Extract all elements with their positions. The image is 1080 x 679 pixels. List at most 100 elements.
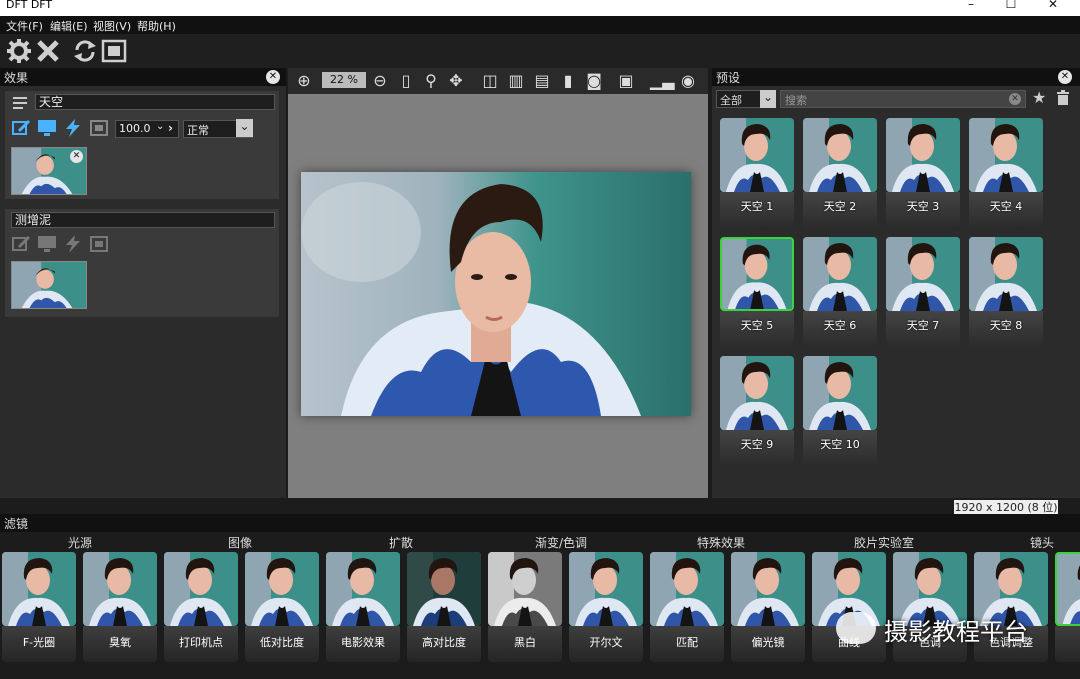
layer-thumbnail[interactable] — [11, 261, 87, 309]
magnifier-icon[interactable]: ⚲ — [421, 71, 441, 91]
preset-thumbnail — [720, 237, 794, 311]
menu-view[interactable]: 视图(V) — [93, 18, 131, 34]
lightning-icon[interactable] — [63, 119, 83, 137]
close-window-button[interactable]: ✕ — [1030, 0, 1076, 15]
mask-region-icon[interactable] — [89, 235, 109, 253]
filter-category-lens[interactable]: 镜头 — [1030, 534, 1054, 551]
clear-search-icon[interactable]: ✕ — [1009, 93, 1021, 105]
filter-tile[interactable]: 黑白 — [488, 552, 562, 662]
edit-mask-icon[interactable] — [11, 119, 31, 137]
preset-tile[interactable]: 天空 7 — [886, 237, 960, 347]
filter-category-special[interactable]: 特殊效果 — [697, 534, 745, 551]
presets-panel-title: 预设 — [716, 71, 741, 85]
fit-view-icon[interactable]: ▯ — [396, 71, 416, 91]
main-image[interactable] — [301, 172, 691, 416]
filter-thumbnail — [326, 552, 400, 626]
filter-category-gradient[interactable]: 渐变/色调 — [535, 534, 587, 551]
edit-mask-icon[interactable] — [11, 235, 31, 253]
split-horizontal-icon[interactable]: ▤ — [532, 71, 552, 91]
portrait-image — [969, 118, 1043, 192]
filter-tile[interactable] — [1055, 552, 1080, 662]
filter-category-light[interactable]: 光源 — [68, 534, 92, 551]
zoom-out-icon[interactable]: ⊖ — [370, 71, 390, 91]
gear-icon[interactable] — [6, 38, 32, 64]
close-icon[interactable]: ✕ — [1058, 70, 1072, 84]
lightning-icon[interactable] — [63, 235, 83, 253]
split-view-icon[interactable]: ◫ — [480, 71, 500, 91]
filter-tile[interactable]: 偏光镜 — [731, 552, 805, 662]
loupe-icon[interactable]: ◉ — [678, 71, 698, 91]
menu-help[interactable]: 帮助(H) — [137, 18, 176, 34]
fit-screen-icon[interactable] — [101, 38, 127, 64]
filter-tile[interactable]: 匹配 — [650, 552, 724, 662]
preset-tile[interactable]: 天空 10 — [803, 356, 877, 466]
preset-tile[interactable]: 天空 3 — [886, 118, 960, 228]
filter-tile[interactable]: 臭氧 — [83, 552, 157, 662]
camera-icon[interactable]: ◙ — [584, 71, 604, 91]
search-placeholder: 搜索 — [785, 94, 807, 107]
preset-tile[interactable]: 天空 1 — [720, 118, 794, 228]
effect-layer: 天空 100.0 ⌄ › 正常 ⌄ ✕ — [4, 90, 280, 200]
maximize-button[interactable]: ☐ — [988, 0, 1034, 15]
zoom-level-field[interactable]: 22 % — [322, 72, 366, 88]
preset-tile[interactable]: 天空 9 — [720, 356, 794, 466]
filter-category-image[interactable]: 图像 — [228, 534, 252, 551]
filter-category-filmlab[interactable]: 胶片实验室 — [854, 534, 914, 551]
layer-menu-icon[interactable] — [11, 94, 31, 112]
filter-label: 低对比度 — [260, 636, 304, 649]
portrait-image — [650, 552, 724, 626]
blend-mode-value: 正常 — [187, 124, 209, 137]
chevron-down-icon[interactable]: ⌄ — [156, 121, 164, 132]
preset-label: 天空 8 — [989, 319, 1023, 332]
preset-tile[interactable]: 天空 5 — [720, 237, 794, 347]
pan-icon[interactable]: ✥ — [446, 71, 466, 91]
single-view-icon[interactable]: ▮ — [558, 71, 578, 91]
filter-label: 高对比度 — [422, 636, 466, 649]
preset-thumbnail — [803, 118, 877, 192]
opacity-field[interactable]: 100.0 ⌄ › — [115, 120, 179, 138]
title-bar: DFT DFT – ☐ ✕ — [0, 0, 1080, 16]
remove-mask-icon[interactable]: ✕ — [70, 150, 83, 163]
blend-mode-select[interactable]: 正常 ⌄ — [183, 119, 253, 138]
filter-tile[interactable]: 打印机点 — [164, 552, 238, 662]
search-input[interactable]: 搜索 ✕ — [780, 90, 1026, 108]
refresh-icon[interactable] — [72, 38, 98, 64]
filter-category-diffusion[interactable]: 扩散 — [389, 534, 413, 551]
side-by-side-icon[interactable]: ▥ — [506, 71, 526, 91]
trash-icon[interactable] — [1056, 90, 1070, 106]
chevron-down-icon[interactable]: ⌄ — [236, 119, 253, 137]
image-icon[interactable]: ▣ — [616, 71, 636, 91]
portrait-image — [886, 118, 960, 192]
zoom-in-icon[interactable]: ⊕ — [294, 71, 314, 91]
chevron-down-icon[interactable]: ⌄ — [760, 90, 776, 108]
layer-name-field[interactable]: 测增泥 — [11, 212, 275, 228]
menu-edit[interactable]: 编辑(E) — [50, 18, 88, 34]
star-icon[interactable]: ★ — [1032, 88, 1046, 107]
menu-file[interactable]: 文件(F) — [6, 18, 43, 34]
monitor-icon[interactable] — [37, 119, 57, 137]
close-icon[interactable] — [35, 38, 61, 64]
histogram-icon[interactable]: ▁▃ — [650, 71, 675, 91]
mask-region-icon[interactable] — [89, 119, 109, 137]
preset-tile[interactable]: 天空 8 — [969, 237, 1043, 347]
portrait-image — [301, 172, 691, 416]
filter-tile[interactable]: 低对比度 — [245, 552, 319, 662]
layer-name-field[interactable]: 天空 — [35, 94, 275, 110]
filter-tile[interactable]: F-光圈 — [2, 552, 76, 662]
filter-label: 打印机点 — [179, 636, 223, 649]
preset-tile[interactable]: 天空 2 — [803, 118, 877, 228]
effects-panel: 效果 ✕ 天空 100.0 ⌄ › 正常 ⌄ ✕ 测增泥 — [0, 68, 286, 498]
chevron-right-icon[interactable]: › — [168, 121, 173, 135]
preset-tile[interactable]: 天空 4 — [969, 118, 1043, 228]
filter-tile[interactable]: 电影效果 — [326, 552, 400, 662]
category-select[interactable]: 全部 ⌄ — [716, 90, 776, 108]
close-icon[interactable]: ✕ — [266, 70, 280, 84]
filter-tile[interactable]: 开尔文 — [569, 552, 643, 662]
preset-thumbnail — [803, 356, 877, 430]
filter-tile[interactable]: 高对比度 — [407, 552, 481, 662]
filter-thumbnail — [245, 552, 319, 626]
layer-mask-thumbnail[interactable]: ✕ — [11, 147, 87, 195]
preset-thumbnail — [969, 237, 1043, 311]
preset-tile[interactable]: 天空 6 — [803, 237, 877, 347]
monitor-icon[interactable] — [37, 235, 57, 253]
